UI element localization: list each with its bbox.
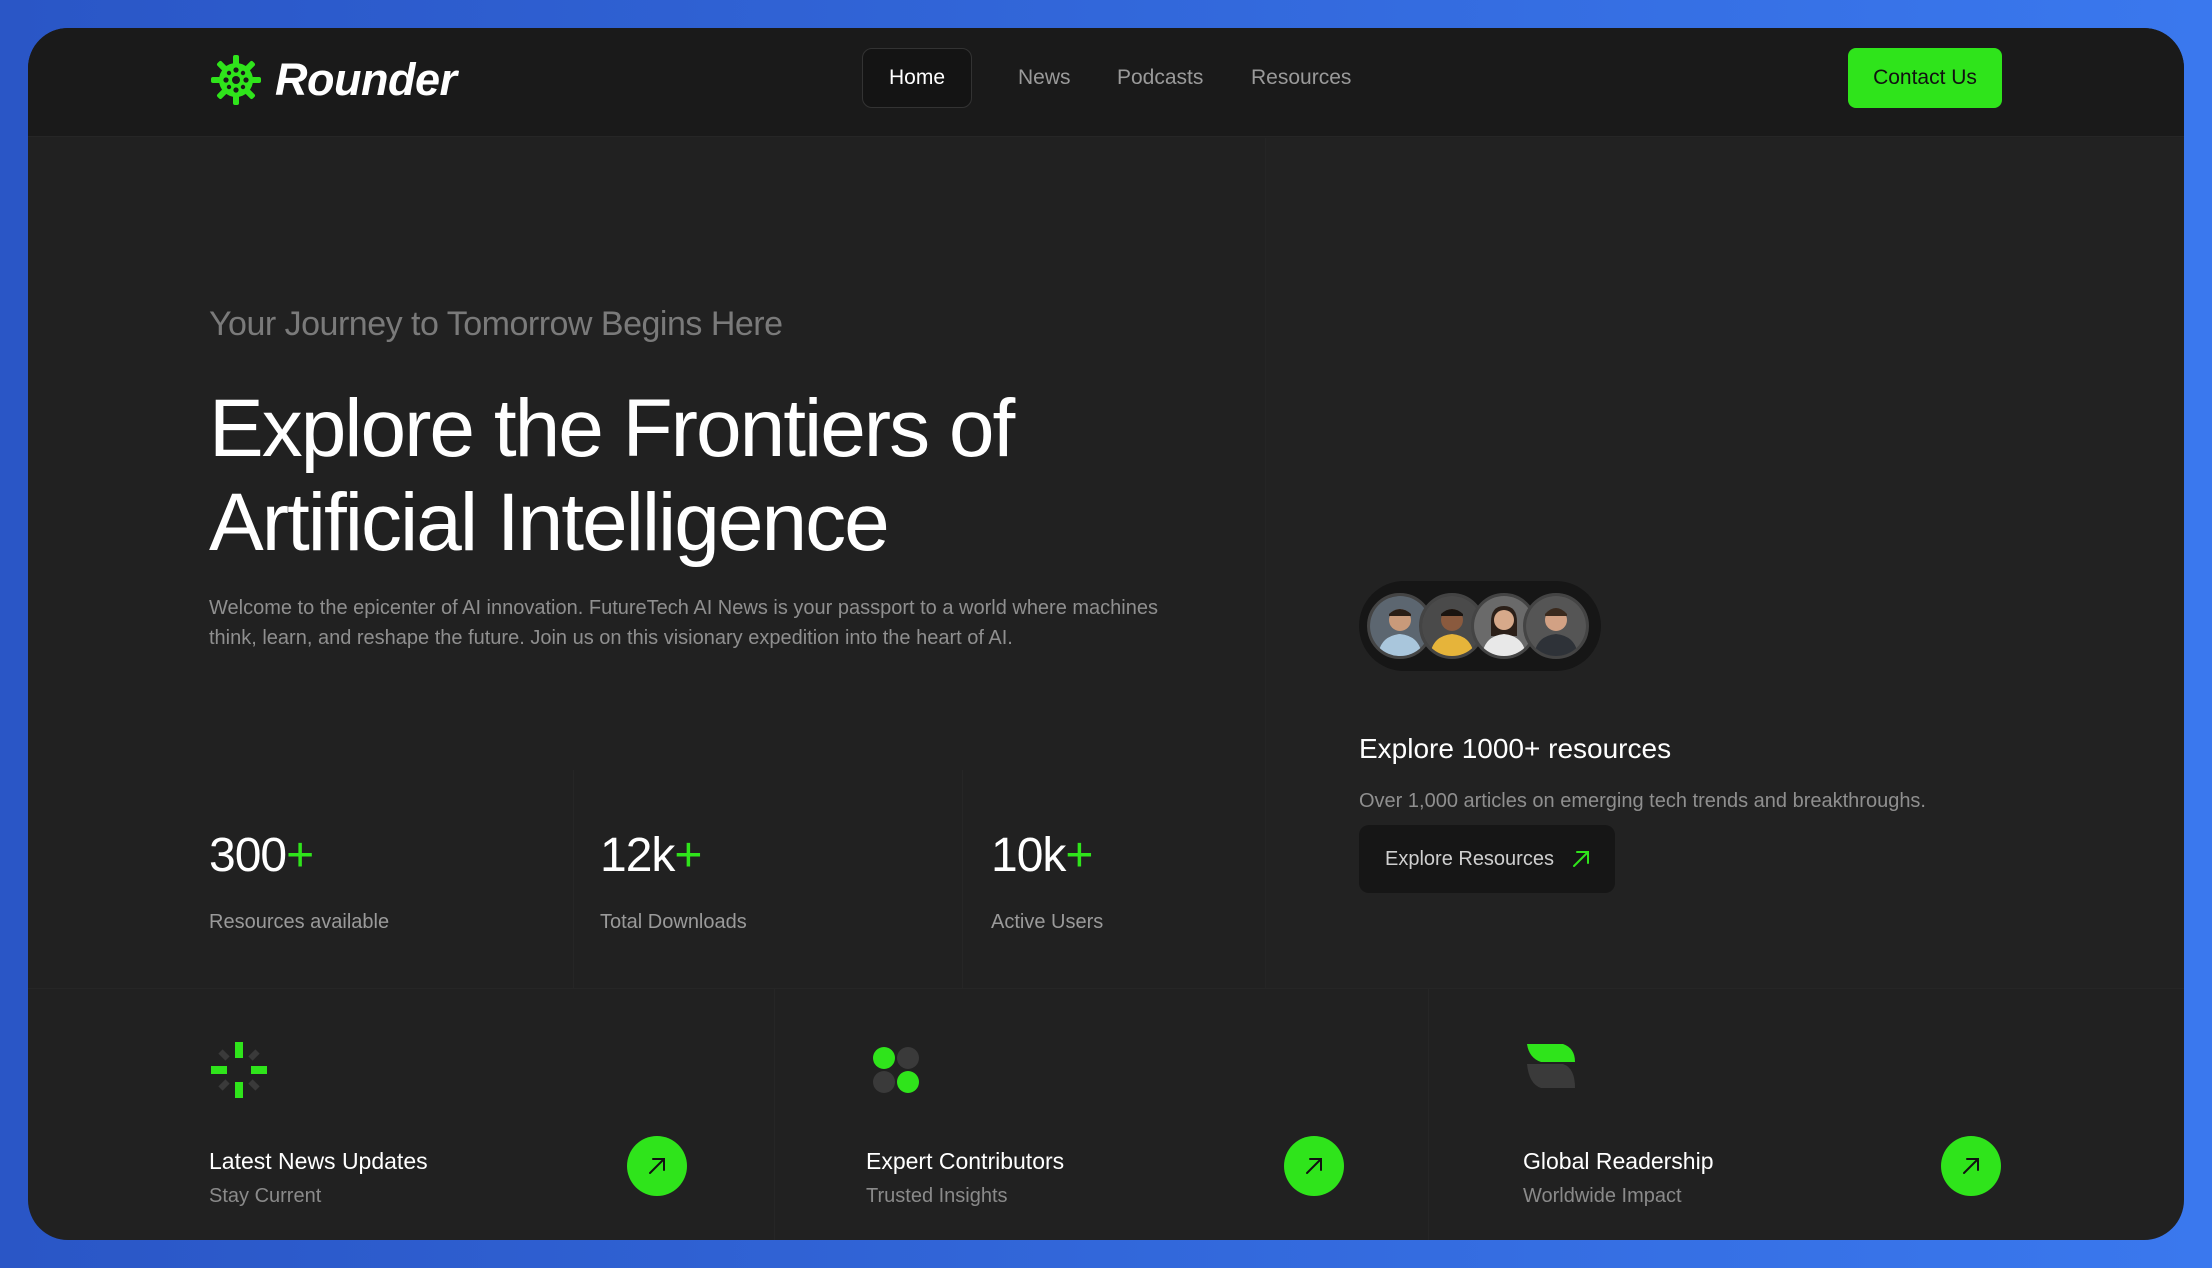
explore-resources-button[interactable]: Explore Resources bbox=[1359, 825, 1615, 893]
feature-contributors: Expert Contributors Trusted Insights bbox=[866, 1040, 1386, 1207]
hero-title: Explore the Frontiers of Artificial Inte… bbox=[209, 382, 1209, 570]
feature-divider bbox=[1428, 988, 1429, 1240]
stat-users: 10k+ Active Users bbox=[991, 828, 1103, 934]
feature-title: Expert Contributors bbox=[866, 1148, 1065, 1174]
feature-title: Latest News Updates bbox=[209, 1148, 428, 1174]
explore-resources-label: Explore Resources bbox=[1385, 847, 1554, 870]
feature-subtitle: Trusted Insights bbox=[866, 1185, 1008, 1207]
leaf-icon bbox=[1527, 1044, 1575, 1088]
clover-icon bbox=[873, 1047, 919, 1093]
stat-label: Active Users bbox=[991, 911, 1104, 933]
arrow-up-right-icon bbox=[1963, 1158, 1979, 1174]
contact-us-button[interactable]: Contact Us bbox=[1848, 48, 2002, 108]
hero-title-line1: Explore the Frontiers of bbox=[209, 383, 1015, 474]
logo-icon bbox=[211, 55, 261, 105]
feature-arrow-button[interactable] bbox=[1284, 1136, 1344, 1196]
stat-value: 300+ bbox=[209, 829, 314, 882]
nav-podcasts[interactable]: Podcasts bbox=[1117, 66, 1203, 90]
stat-divider bbox=[573, 770, 574, 988]
feature-readership: Global Readership Worldwide Impact bbox=[1523, 1040, 2043, 1207]
logo[interactable]: Rounder bbox=[209, 50, 457, 110]
stat-divider bbox=[962, 770, 963, 988]
hero-title-line2: Artificial Intelligence bbox=[209, 477, 890, 568]
app-frame: Rounder Home News Podcasts Resources Con… bbox=[28, 28, 2184, 1240]
arrow-up-right-icon bbox=[1306, 1158, 1322, 1174]
feature-divider bbox=[774, 988, 775, 1240]
feature-title: Global Readership bbox=[1523, 1148, 1714, 1174]
resources-title: Explore 1000+ resources bbox=[1359, 733, 1672, 764]
arrow-up-right-icon bbox=[649, 1158, 665, 1174]
hero-description: Welcome to the epicenter of AI innovatio… bbox=[209, 597, 1158, 649]
avatar bbox=[1523, 593, 1589, 659]
logo-text: Rounder bbox=[275, 54, 457, 105]
feature-news: Latest News Updates Stay Current bbox=[209, 1040, 729, 1207]
site-header: Rounder Home News Podcasts Resources Con… bbox=[28, 28, 2184, 137]
spark-icon bbox=[211, 1042, 267, 1098]
feature-arrow-button[interactable] bbox=[1941, 1136, 2001, 1196]
nav-resources[interactable]: Resources bbox=[1251, 66, 1351, 90]
nav-news[interactable]: News bbox=[1018, 66, 1071, 90]
stat-resources: 300+ Resources available bbox=[209, 828, 389, 934]
resources-description: Over 1,000 articles on emerging tech tre… bbox=[1359, 790, 1926, 812]
stat-label: Resources available bbox=[209, 911, 390, 933]
stat-value: 12k+ bbox=[600, 829, 702, 882]
feature-arrow-button[interactable] bbox=[627, 1136, 687, 1196]
stat-value: 10k+ bbox=[991, 829, 1093, 882]
features-divider bbox=[28, 988, 2184, 989]
arrow-up-right-icon bbox=[1572, 851, 1589, 867]
hero-tagline: Your Journey to Tomorrow Begins Here bbox=[209, 305, 783, 343]
avatar-group bbox=[1359, 581, 1601, 671]
stat-downloads: 12k+ Total Downloads bbox=[600, 828, 747, 934]
nav-home[interactable]: Home bbox=[862, 48, 972, 108]
stat-label: Total Downloads bbox=[600, 911, 747, 933]
feature-subtitle: Worldwide Impact bbox=[1523, 1185, 1682, 1207]
feature-subtitle: Stay Current bbox=[209, 1185, 322, 1207]
